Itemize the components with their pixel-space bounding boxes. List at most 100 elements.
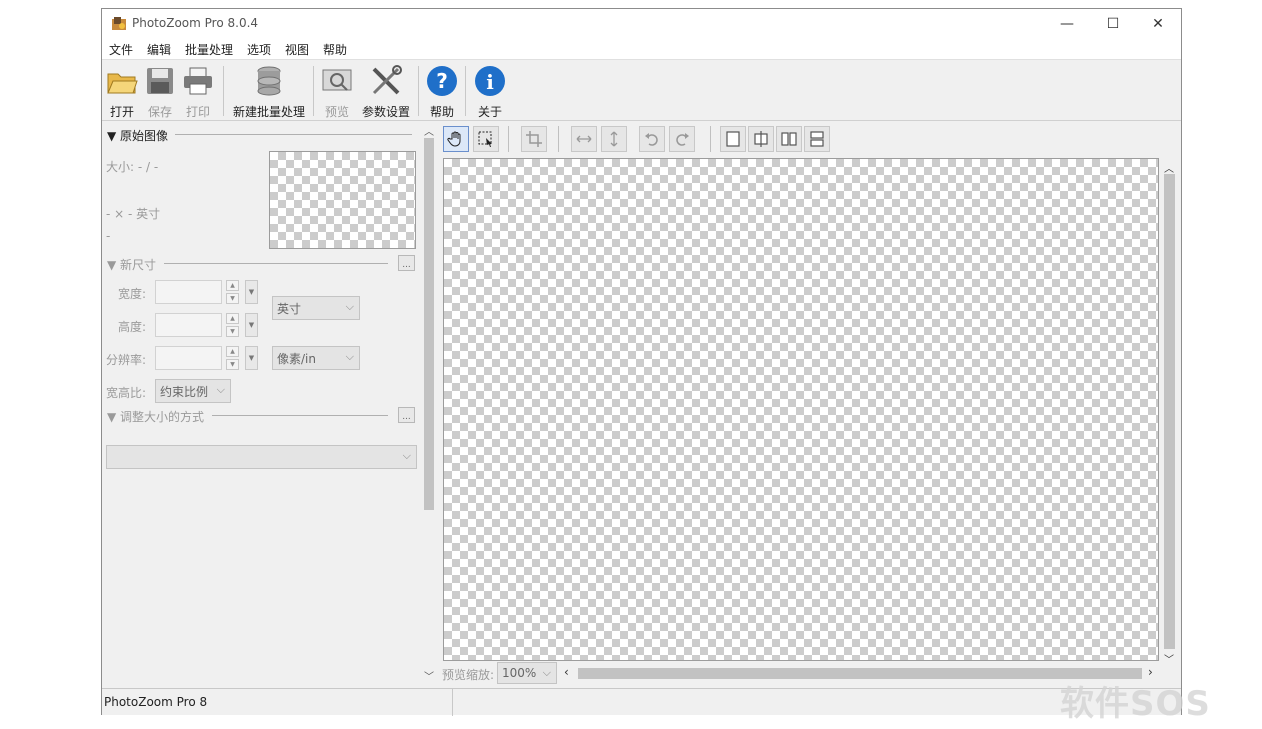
app-window: PhotoZoom Pro 8.0.4 — ☐ ✕ 文件 编辑 批量处理 选项 … xyxy=(101,8,1182,716)
pan-tool-button[interactable] xyxy=(443,126,469,152)
chevron-down-icon[interactable]: ﹀ xyxy=(1164,651,1174,666)
watermark: 软件SOS xyxy=(1060,684,1211,724)
panel-scrollbar[interactable]: ︿ ﹀ xyxy=(422,122,436,684)
chevron-down-icon[interactable]: ﹀ xyxy=(424,668,434,683)
maximize-button[interactable]: ☐ xyxy=(1090,9,1136,39)
resolution-unit-value: 像素/in xyxy=(277,351,316,366)
save-button[interactable]: 保存 xyxy=(142,64,178,120)
settings-button[interactable]: 参数设置 xyxy=(360,64,412,120)
flip-vertical-button[interactable] xyxy=(601,126,627,152)
preview-button[interactable]: 预览 xyxy=(318,64,356,120)
help-button[interactable]: ? 帮助 xyxy=(424,64,460,120)
about-label: 关于 xyxy=(477,105,502,119)
resize-method-header[interactable]: ▼ 调整大小的方式 xyxy=(107,408,204,425)
chevron-up-icon[interactable]: ︿ xyxy=(1164,160,1174,175)
side-by-side-view-button[interactable] xyxy=(776,126,802,152)
chevron-up-icon[interactable]: ︿ xyxy=(424,123,434,138)
resize-method-select[interactable]: ⌵ xyxy=(106,445,417,469)
selection-tool-button[interactable] xyxy=(473,126,499,152)
database-icon xyxy=(252,64,286,98)
open-button[interactable]: 打开 xyxy=(104,64,140,120)
main-toolbar: 打开 保存 打印 新建批量处理 预览 参数设置 ? 帮助 i 关于 xyxy=(102,59,1181,121)
chevron-down-icon: ⌵ xyxy=(345,300,354,313)
resolution-spinner[interactable]: ▲ ▼ xyxy=(226,346,239,370)
settings-label: 参数设置 xyxy=(361,105,410,119)
floppy-disk-icon xyxy=(143,64,177,98)
aspect-ratio-select[interactable]: 约束比例 ⌵ xyxy=(155,379,231,403)
svg-text:?: ? xyxy=(436,69,448,93)
vertical-scroll-thumb[interactable] xyxy=(1164,174,1175,649)
resolution-unit-select[interactable]: 像素/in ⌵ xyxy=(272,346,360,370)
new-size-more-button[interactable]: ... xyxy=(398,255,415,271)
width-spinner[interactable]: ▲ ▼ xyxy=(226,280,239,304)
open-label: 打开 xyxy=(109,105,134,119)
split-view-button[interactable] xyxy=(748,126,774,152)
stacked-view-button[interactable] xyxy=(804,126,830,152)
preview-toolbar xyxy=(440,122,1180,158)
crop-button[interactable] xyxy=(521,126,547,152)
printer-icon xyxy=(181,64,215,98)
toolbar-separator xyxy=(558,126,559,152)
resolution-unit-dropdown[interactable]: ▼ xyxy=(245,346,258,370)
height-spinner[interactable]: ▲ ▼ xyxy=(226,313,239,337)
toolbar-separator xyxy=(313,66,314,116)
toolbar-separator xyxy=(508,126,509,152)
flip-horizontal-button[interactable] xyxy=(571,126,597,152)
zoom-select[interactable]: 100% ⌵ xyxy=(497,662,557,684)
rotate-right-button[interactable] xyxy=(669,126,695,152)
folder-open-icon xyxy=(105,64,139,98)
toolbar-separator xyxy=(418,66,419,116)
minimize-button[interactable]: — xyxy=(1044,9,1090,39)
hand-icon xyxy=(447,131,461,147)
resolution-input[interactable] xyxy=(155,346,222,370)
original-resolution-text: - xyxy=(106,229,111,243)
panel-scroll-thumb[interactable] xyxy=(424,138,434,510)
menu-view[interactable]: 视图 xyxy=(285,41,309,58)
size-unit-select[interactable]: 英寸 ⌵ xyxy=(272,296,360,320)
preview-canvas[interactable] xyxy=(443,158,1159,661)
close-button[interactable]: ✕ xyxy=(1135,9,1181,39)
zoom-value: 100% xyxy=(502,666,537,680)
menu-options[interactable]: 选项 xyxy=(247,41,271,58)
toolbar-separator xyxy=(223,66,224,116)
width-input[interactable] xyxy=(155,280,222,304)
menu-help[interactable]: 帮助 xyxy=(323,41,347,58)
new-size-header[interactable]: ▼ 新尺寸 xyxy=(107,256,156,273)
preview-icon xyxy=(320,64,354,98)
width-unit-dropdown[interactable]: ▼ xyxy=(245,280,258,304)
menu-batch[interactable]: 批量处理 xyxy=(185,41,233,58)
original-thumbnail xyxy=(269,151,416,249)
menu-edit[interactable]: 编辑 xyxy=(147,41,171,58)
stacked-view-icon xyxy=(810,131,824,147)
height-input[interactable] xyxy=(155,313,222,337)
about-button[interactable]: i 关于 xyxy=(472,64,508,120)
original-image-header[interactable]: ▼ 原始图像 xyxy=(107,127,168,144)
section-divider xyxy=(175,134,412,135)
height-label: 高度: xyxy=(118,320,147,334)
help-label: 帮助 xyxy=(429,105,454,119)
rotate-left-button[interactable] xyxy=(639,126,665,152)
rotate-right-icon xyxy=(676,133,689,146)
chevron-down-icon: ⌵ xyxy=(216,383,225,396)
single-view-icon xyxy=(726,131,740,147)
svg-text:i: i xyxy=(486,70,494,94)
aspect-ratio-value: 约束比例 xyxy=(160,384,209,399)
app-icon xyxy=(111,16,127,32)
resize-method-more-button[interactable]: ... xyxy=(398,407,415,423)
section-divider xyxy=(212,415,388,416)
menu-file[interactable]: 文件 xyxy=(109,41,133,58)
chevron-left-icon[interactable]: ‹ xyxy=(564,665,569,679)
menu-bar: 文件 编辑 批量处理 选项 视图 帮助 xyxy=(102,39,1181,59)
horizontal-arrows-icon xyxy=(576,135,592,143)
print-button[interactable]: 打印 xyxy=(180,64,216,120)
settings-panel: ▼ 原始图像 大小: - / - - × - 英寸 - ▼ 新尺寸 ... 宽度… xyxy=(102,122,420,684)
side-by-side-icon xyxy=(781,132,797,146)
preview-vertical-scrollbar[interactable]: ︿ ﹀ xyxy=(1161,158,1178,666)
single-view-button[interactable] xyxy=(720,126,746,152)
new-batch-button[interactable]: 新建批量处理 xyxy=(230,64,308,120)
status-divider xyxy=(452,689,453,716)
rotate-left-icon xyxy=(645,133,658,146)
status-text: PhotoZoom Pro 8 xyxy=(104,695,208,709)
height-unit-dropdown[interactable]: ▼ xyxy=(245,313,258,337)
horizontal-scroll-thumb[interactable] xyxy=(578,668,1142,679)
